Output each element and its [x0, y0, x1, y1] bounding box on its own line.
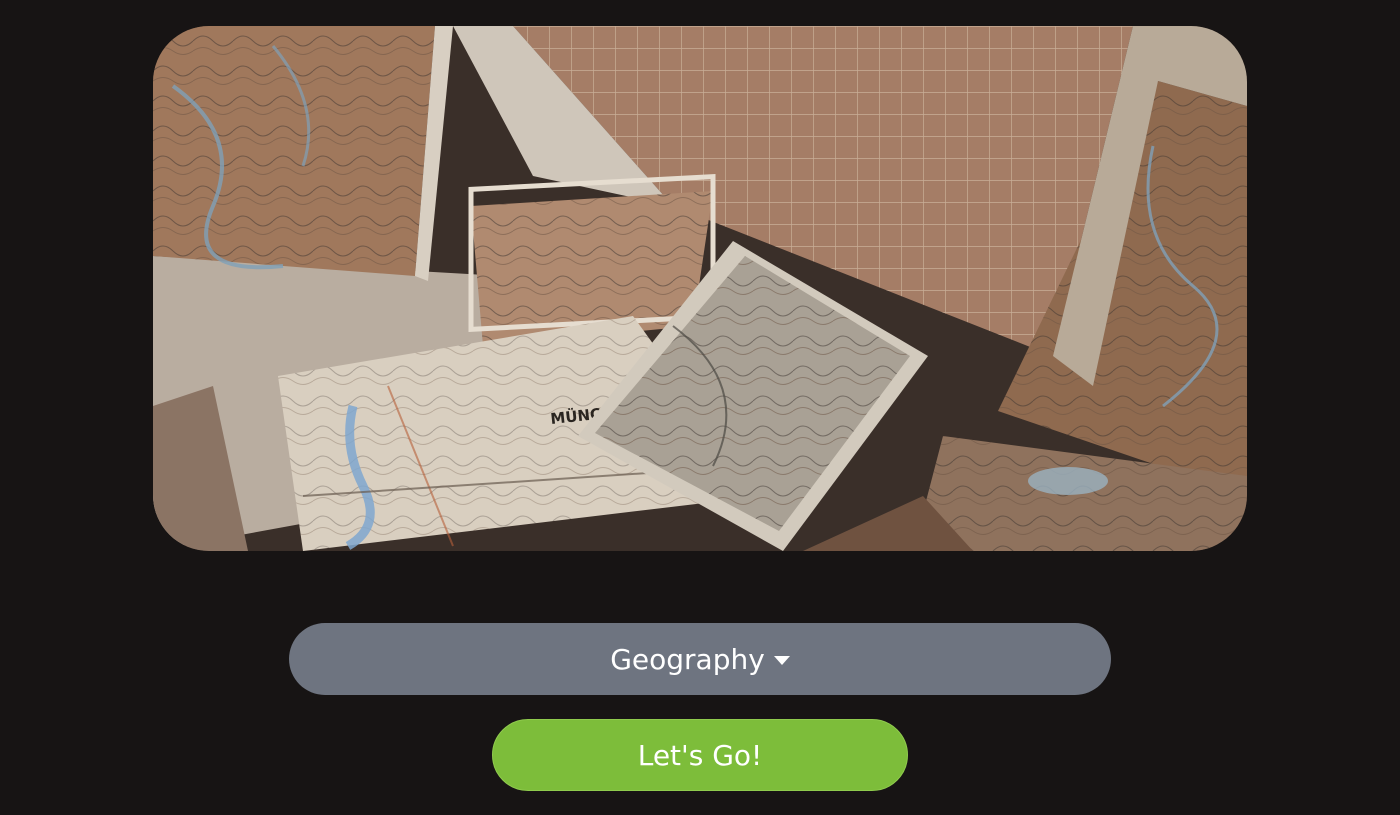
hero-image: MÜNC — [153, 26, 1247, 551]
category-dropdown[interactable]: Geography — [289, 623, 1111, 695]
maps-illustration: MÜNC — [153, 26, 1247, 551]
category-dropdown-label: Geography — [610, 642, 765, 676]
start-quiz-button-label: Let's Go! — [637, 738, 763, 772]
quiz-start-screen: MÜNC Geography Let's Go! — [0, 0, 1400, 815]
start-quiz-button[interactable]: Let's Go! — [492, 719, 908, 791]
caret-down-icon — [773, 656, 790, 665]
map-sheet — [153, 26, 453, 281]
